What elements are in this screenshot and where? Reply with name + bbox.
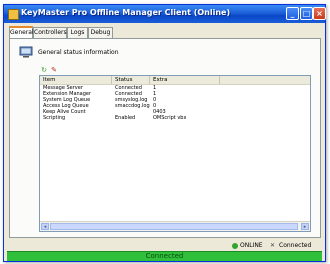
computer-icon bbox=[19, 46, 33, 58]
scroll-thumb[interactable] bbox=[50, 223, 298, 230]
tab-logs[interactable]: Logs bbox=[67, 27, 88, 38]
tab-controllers[interactable]: Controllers bbox=[33, 27, 67, 38]
edit-icon[interactable]: ✎ bbox=[50, 66, 58, 75]
scroll-left-button[interactable]: ◂ bbox=[41, 223, 49, 230]
scroll-right-button[interactable]: ▸ bbox=[301, 223, 309, 230]
window-title: KeyMaster Pro Offline Manager Client (On… bbox=[21, 8, 231, 17]
online-label: ONLINE bbox=[240, 242, 263, 249]
cell-item: Scripting bbox=[43, 115, 66, 121]
app-key-icon bbox=[8, 9, 19, 20]
close-button[interactable]: × bbox=[313, 7, 326, 20]
maximize-button[interactable]: □ bbox=[300, 7, 313, 20]
column-header-item[interactable]: Item bbox=[40, 76, 112, 84]
general-panel: General status information ↻ ✎ Item Stat… bbox=[9, 38, 321, 238]
refresh-icon[interactable]: ↻ bbox=[40, 66, 48, 75]
online-status-icon bbox=[232, 243, 238, 249]
cell-status: Enabled bbox=[115, 115, 136, 121]
plug-icon: ✕ bbox=[270, 242, 276, 249]
column-header-extra[interactable]: Extra bbox=[150, 76, 220, 84]
status-bar: ONLINE ✕ Connected bbox=[7, 241, 322, 251]
main-window: KeyMaster Pro Offline Manager Client (On… bbox=[3, 4, 326, 262]
horizontal-scrollbar[interactable]: ◂ ▸ bbox=[40, 221, 310, 231]
table-row[interactable]: Scripting Enabled OMScript vbx bbox=[40, 115, 310, 121]
connection-label: Connected bbox=[279, 242, 312, 249]
list-header: Item Status Extra bbox=[40, 76, 310, 85]
title-bar[interactable]: KeyMaster Pro Offline Manager Client (On… bbox=[4, 5, 326, 23]
minimize-button[interactable]: _ bbox=[286, 7, 299, 20]
status-list[interactable]: Item Status Extra Message Server Connect… bbox=[39, 75, 311, 232]
connection-status-bar: Connected bbox=[7, 251, 322, 261]
section-title: General status information bbox=[38, 49, 119, 56]
column-header-status[interactable]: Status bbox=[112, 76, 150, 84]
tab-debug[interactable]: Debug bbox=[88, 27, 113, 38]
cell-extra: OMScript vbx bbox=[153, 115, 187, 121]
